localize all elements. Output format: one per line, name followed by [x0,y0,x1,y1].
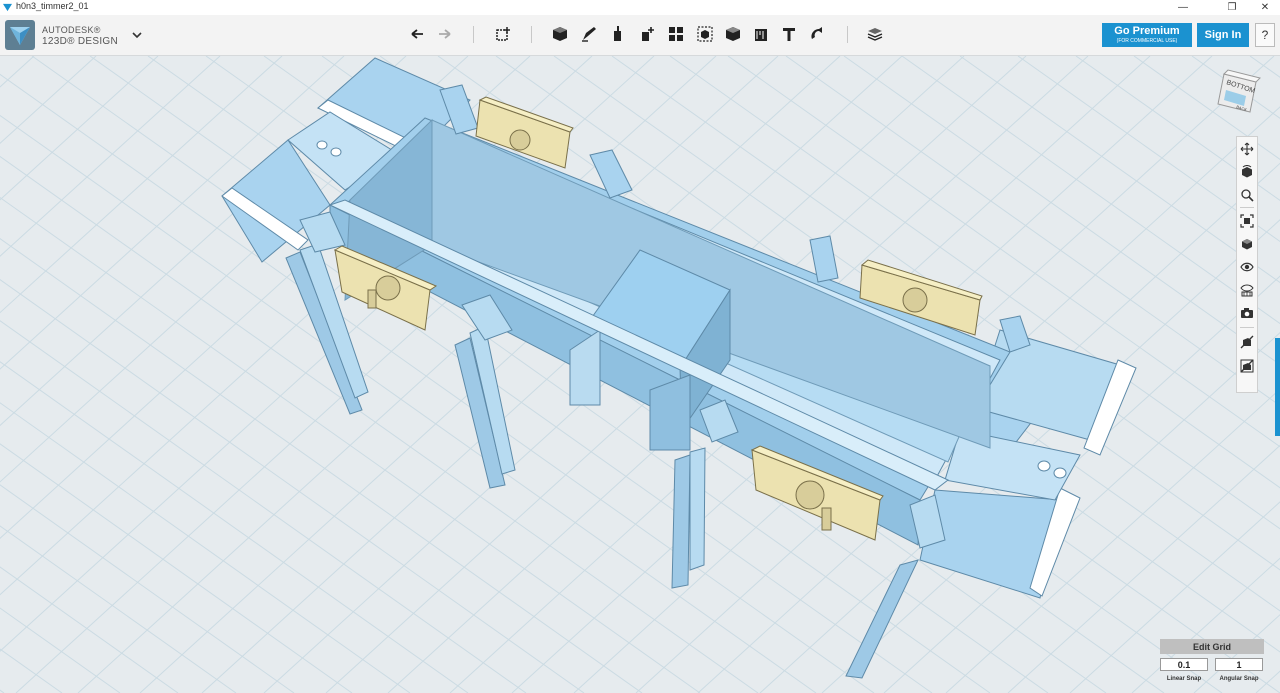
help-button[interactable]: ? [1255,23,1275,47]
angular-snap-field[interactable]: 1 [1215,658,1263,671]
transform-icon[interactable] [492,23,514,45]
undo-icon[interactable] [406,23,428,45]
navbar-divider [1240,327,1254,328]
brand-name: AUTODESK® [42,25,101,35]
app-icon [3,3,12,12]
toolbar-divider [531,26,532,43]
primitives-icon[interactable] [549,23,571,45]
pattern-icon[interactable] [665,23,687,45]
main-toolbar: AUTODESK® 123D® DESIGN Go Premium (FOR C… [0,15,1280,56]
redo-icon[interactable] [434,23,456,45]
angular-snap-label: Angular Snap [1219,676,1259,682]
window-title: h0n3_timmer2_01 [16,1,89,11]
sketch-icon[interactable] [578,23,600,45]
scene-canvas[interactable] [0,56,1280,693]
sign-in-button[interactable]: Sign In [1197,23,1249,47]
pan-icon[interactable] [1239,141,1255,157]
orbit-icon[interactable] [1239,164,1255,180]
close-button[interactable]: ✕ [1246,0,1280,15]
toolbar-divider [847,26,848,43]
minimize-button[interactable]: — [1164,0,1202,15]
navigation-bar [1236,136,1258,393]
fit-icon[interactable] [1239,213,1255,229]
measure-icon[interactable] [750,23,772,45]
navbar-divider [1240,207,1254,208]
construct-icon[interactable] [607,23,629,45]
material-view-icon[interactable] [1239,282,1255,298]
app-logo-icon[interactable] [5,20,35,50]
product-name: 123D® DESIGN [42,36,118,47]
view-cube[interactable]: BOTTOM BACK [1210,66,1266,122]
hide-all-icon[interactable] [1239,358,1255,374]
modify-icon[interactable] [636,23,658,45]
side-panel-tab[interactable] [1275,338,1280,436]
visibility-icon[interactable] [1239,259,1255,275]
premium-label: Go Premium [1114,25,1180,37]
hide-icon[interactable] [1239,334,1255,350]
linear-snap-field[interactable]: 0.1 [1160,658,1208,671]
chevron-down-icon[interactable] [131,29,143,41]
edit-grid-panel: Edit Grid 0.1 1 Linear Snap Angular Snap [1160,639,1264,689]
text-icon[interactable] [778,23,800,45]
screenshot-icon[interactable] [1239,305,1255,321]
zoom-icon[interactable] [1239,187,1255,203]
view-icon[interactable] [1239,236,1255,252]
edit-grid-button[interactable]: Edit Grid [1160,639,1264,654]
title-bar: h0n3_timmer2_01 — ❐ ✕ [0,0,1280,15]
material-icon[interactable] [864,23,886,45]
snap-icon[interactable] [806,23,828,45]
grouping-icon[interactable] [694,23,716,45]
linear-snap-label: Linear Snap [1166,676,1202,682]
go-premium-button[interactable]: Go Premium (FOR COMMERCIAL USE) [1102,23,1192,47]
3d-viewport[interactable]: BOTTOM BACK Edit Grid 0.1 1 Linear Snap … [0,56,1280,693]
premium-sublabel: (FOR COMMERCIAL USE) [1116,38,1178,44]
combine-icon[interactable] [722,23,744,45]
toolbar-divider [473,26,474,43]
